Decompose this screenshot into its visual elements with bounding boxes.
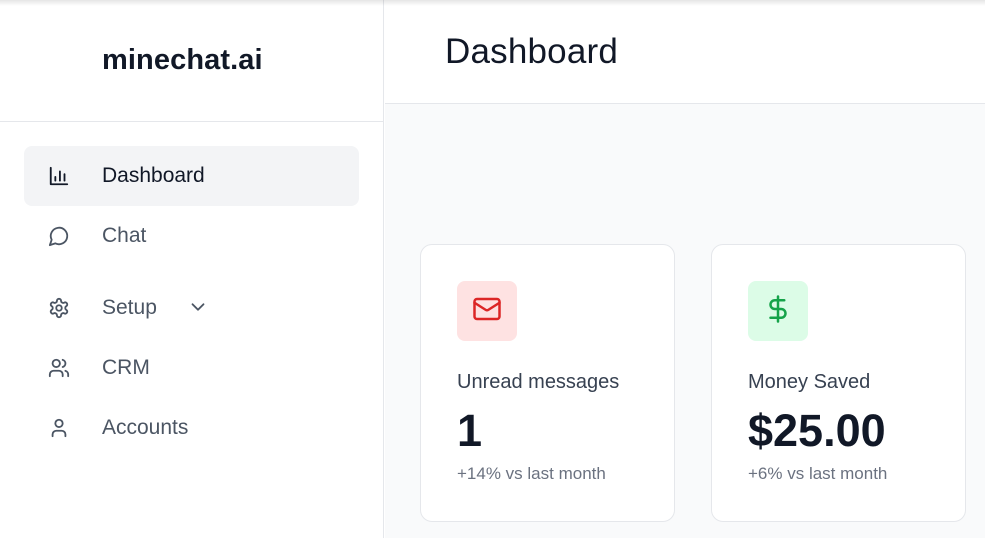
- stat-label: Unread messages: [457, 371, 620, 393]
- users-icon: [47, 356, 71, 380]
- stat-label: Money Saved: [748, 371, 871, 393]
- sidebar-item-label: Setup: [102, 296, 157, 319]
- user-icon: [47, 416, 71, 440]
- brand-logo-text[interactable]: minechat.ai: [102, 44, 263, 77]
- stat-card-money-saved[interactable]: Money Saved $25.00 +6% vs last month: [711, 244, 966, 522]
- mail-icon: [472, 294, 502, 329]
- sidebar-item-dashboard[interactable]: Dashboard: [24, 146, 359, 206]
- dollar-icon: [763, 294, 793, 329]
- main-content: Dashboard Unread messages 1 +14% vs last…: [385, 0, 985, 538]
- stat-card-unread-messages[interactable]: Unread messages 1 +14% vs last month: [420, 244, 675, 522]
- stat-delta: +14% vs last month: [457, 464, 606, 483]
- message-circle-icon: [47, 224, 71, 248]
- brand-header: minechat.ai: [0, 0, 383, 122]
- page-header: Dashboard: [385, 0, 985, 104]
- stat-value: 1: [457, 405, 483, 456]
- sidebar-item-accounts[interactable]: Accounts: [24, 398, 359, 458]
- stat-icon-box: [748, 281, 808, 341]
- sidebar-item-label: CRM: [102, 356, 150, 379]
- page-title: Dashboard: [445, 31, 619, 71]
- stat-delta: +6% vs last month: [748, 464, 888, 483]
- sidebar-item-label: Chat: [102, 224, 147, 247]
- gear-icon: [47, 296, 71, 320]
- sidebar: minechat.ai Dashboard Chat Setup CRM Acc…: [0, 0, 384, 538]
- sidebar-item-label: Dashboard: [102, 164, 205, 187]
- bar-chart-icon: [47, 164, 71, 188]
- stat-value: $25.00: [748, 405, 886, 456]
- sidebar-item-label: Accounts: [102, 416, 189, 439]
- stat-icon-box: [457, 281, 517, 341]
- chevron-down-icon[interactable]: [187, 296, 209, 318]
- sidebar-item-setup[interactable]: Setup: [24, 278, 359, 338]
- sidebar-item-crm[interactable]: CRM: [24, 338, 359, 398]
- sidebar-nav: Dashboard Chat Setup CRM Accounts: [0, 122, 383, 458]
- sidebar-item-chat[interactable]: Chat: [24, 206, 359, 266]
